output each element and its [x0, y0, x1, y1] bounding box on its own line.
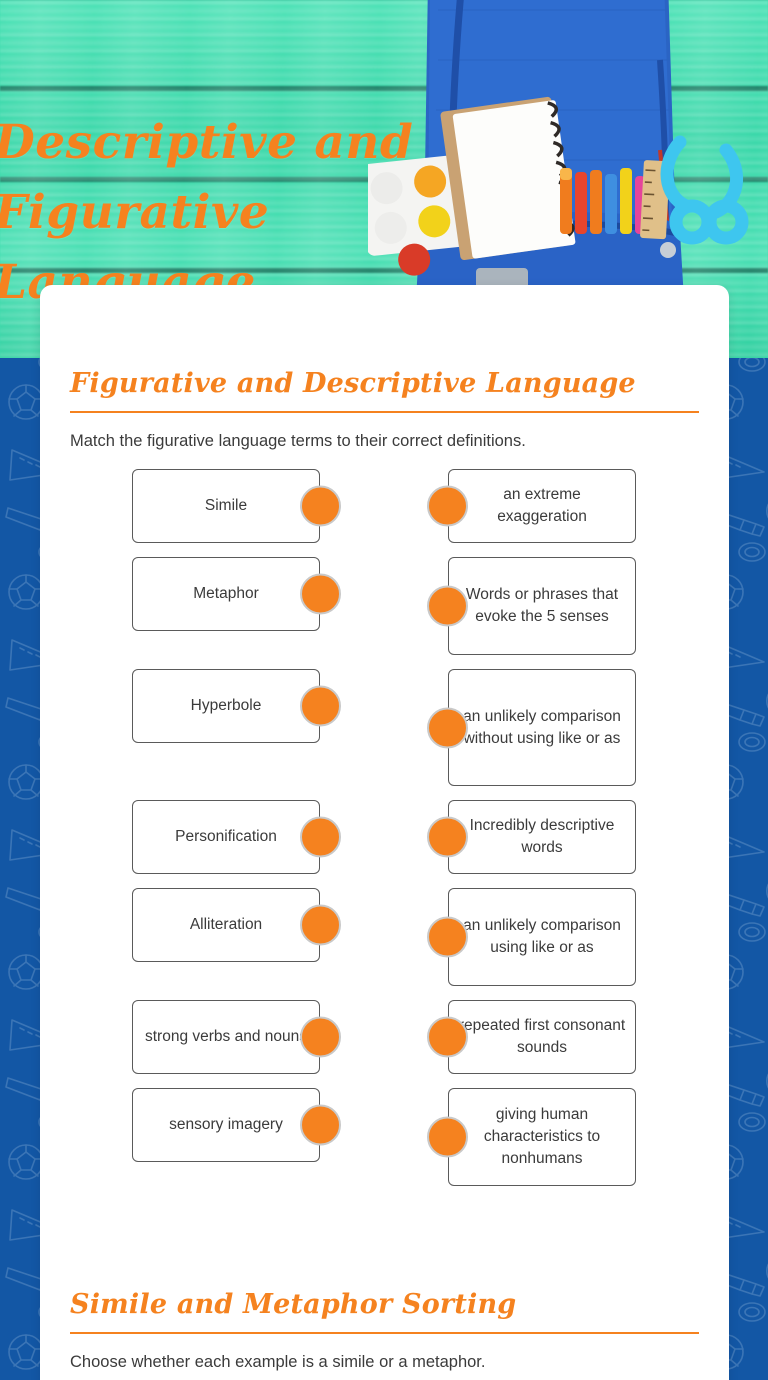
section-title-matching: Figurative and Descriptive Language — [70, 368, 636, 399]
match-term-box[interactable]: sensory imagery — [132, 1088, 341, 1162]
section-divider — [70, 1332, 699, 1334]
match-definition-label: Incredibly descriptive words — [469, 817, 615, 856]
match-row: sensory imagery giving human characteris… — [70, 1088, 699, 1186]
connector-dot-icon[interactable] — [300, 1104, 341, 1146]
connector-dot-icon[interactable] — [427, 1116, 468, 1158]
worksheet-card: Figurative and Descriptive Language Matc… — [40, 285, 729, 1380]
match-term-label: Metaphor — [193, 585, 259, 602]
match-definition-label: repeated first consonant sounds — [458, 1017, 626, 1056]
connector-dot-icon[interactable] — [300, 685, 341, 727]
match-term-label: Personification — [175, 828, 277, 845]
match-term-box[interactable]: Alliteration — [132, 888, 341, 962]
connector-dot-icon[interactable] — [427, 1016, 468, 1058]
connector-dot-icon[interactable] — [300, 1016, 341, 1058]
instructions-matching: Match the figurative language terms to t… — [70, 432, 526, 450]
match-term-box[interactable]: strong verbs and nouns — [132, 1000, 341, 1074]
match-row: Metaphor Words or phrases that evoke the… — [70, 557, 699, 655]
match-row: Simile an extreme exaggeration — [70, 469, 699, 543]
match-term-box[interactable]: Simile — [132, 469, 341, 543]
match-definition-label: Words or phrases that evoke the 5 senses — [465, 586, 619, 625]
match-col-left: Personification — [132, 800, 341, 874]
match-definition-box[interactable]: Incredibly descriptive words — [427, 800, 636, 874]
match-col-right: repeated first consonant sounds — [427, 1000, 636, 1074]
match-col-left: strong verbs and nouns — [132, 1000, 341, 1074]
match-definition-box[interactable]: repeated first consonant sounds — [427, 1000, 636, 1074]
match-term-box[interactable]: Metaphor — [132, 557, 341, 631]
match-col-right: an unlikely comparison without using lik… — [427, 669, 636, 786]
match-col-left: Simile — [132, 469, 341, 543]
connector-dot-icon[interactable] — [427, 485, 468, 527]
connector-dot-icon[interactable] — [300, 485, 341, 527]
section-divider — [70, 411, 699, 413]
section-sorting: Simile and Metaphor Sorting Choose wheth… — [70, 1200, 699, 1374]
match-term-box[interactable]: Personification — [132, 800, 341, 874]
match-row: Alliteration an unlikely comparison usin… — [70, 888, 699, 986]
match-definition-label: an unlikely comparison without using lik… — [463, 707, 621, 747]
match-col-right: an extreme exaggeration — [427, 469, 636, 543]
connector-dot-icon[interactable] — [300, 573, 341, 615]
instructions-sorting: Choose whether each example is a simile … — [70, 1353, 486, 1371]
match-row: strong verbs and nouns repeated first co… — [70, 1000, 699, 1074]
match-definition-box[interactable]: an unlikely comparison using like or as — [427, 888, 636, 986]
match-definition-label: an extreme exaggeration — [497, 486, 587, 525]
connector-dot-icon[interactable] — [427, 585, 468, 627]
section-title-sorting: Simile and Metaphor Sorting — [70, 1289, 517, 1320]
match-term-label: Alliteration — [189, 916, 263, 933]
matching-activity: Simile an extreme exaggeration Metaphor … — [70, 469, 699, 1186]
match-definition-box[interactable]: Words or phrases that evoke the 5 senses — [427, 557, 636, 655]
match-definition-box[interactable]: an extreme exaggeration — [427, 469, 636, 543]
match-row: Personification Incredibly descriptive w… — [70, 800, 699, 874]
match-definition-box[interactable]: an unlikely comparison without using lik… — [427, 669, 636, 786]
connector-dot-icon[interactable] — [427, 916, 468, 958]
match-term-label: strong verbs and nouns — [145, 1028, 307, 1045]
match-term-label: Simile — [204, 497, 248, 514]
match-col-left: sensory imagery — [132, 1088, 341, 1162]
match-term-label: Hyperbole — [190, 697, 262, 714]
match-col-left: Alliteration — [132, 888, 341, 962]
match-col-left: Hyperbole — [132, 669, 341, 743]
connector-dot-icon[interactable] — [300, 816, 341, 858]
match-definition-box[interactable]: giving human characteristics to nonhuman… — [427, 1088, 636, 1186]
connector-dot-icon[interactable] — [300, 904, 341, 946]
connector-dot-icon[interactable] — [427, 816, 468, 858]
match-col-right: an unlikely comparison using like or as — [427, 888, 636, 986]
worksheet-page: Descriptive and Figurative Language Figu… — [0, 0, 768, 1380]
match-col-right: Words or phrases that evoke the 5 senses — [427, 557, 636, 655]
match-col-right: Incredibly descriptive words — [427, 800, 636, 874]
match-term-label: sensory imagery — [169, 1116, 283, 1133]
match-row: Hyperbole an unlikely comparison without… — [70, 669, 699, 786]
match-term-box[interactable]: Hyperbole — [132, 669, 341, 743]
connector-dot-icon[interactable] — [427, 707, 468, 748]
match-definition-label: giving human characteristics to nonhuman… — [483, 1106, 601, 1167]
match-col-right: giving human characteristics to nonhuman… — [427, 1088, 636, 1186]
section-matching: Figurative and Descriptive Language Matc… — [70, 285, 699, 1186]
match-definition-label: an unlikely comparison using like or as — [463, 917, 621, 956]
match-col-left: Metaphor — [132, 557, 341, 631]
